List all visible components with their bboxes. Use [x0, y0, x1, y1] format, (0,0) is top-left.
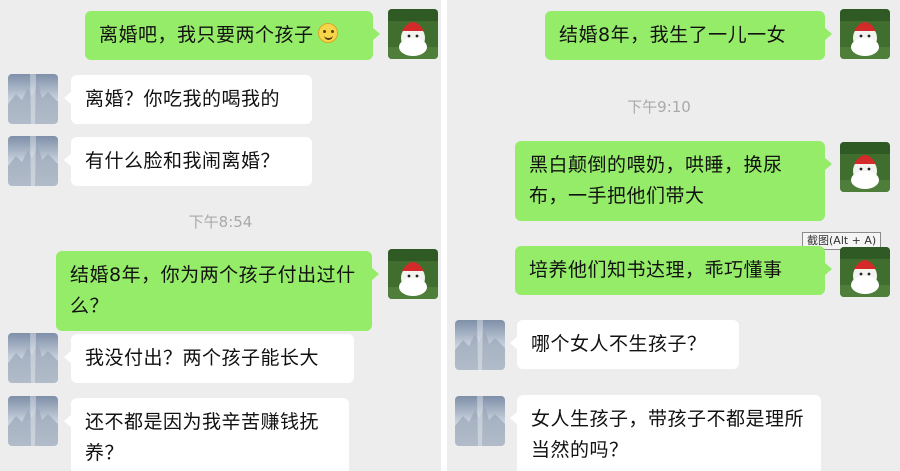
message-text: 培养他们知书达理，乖巧懂事	[529, 259, 783, 281]
message-bubble-received[interactable]: 哪个女人不生孩子？	[510, 320, 739, 369]
my-avatar-icon[interactable]	[388, 249, 438, 299]
timestamp: 下午9:10	[627, 98, 691, 116]
other-avatar-icon[interactable]	[455, 396, 505, 446]
other-avatar-icon[interactable]	[455, 320, 505, 370]
message-text: 黑白颠倒的喂奶，哄睡，换尿布，一手把他们带大	[529, 154, 783, 207]
my-avatar-icon[interactable]	[840, 142, 890, 192]
message-bubble-sent[interactable]: 培养他们知书达理，乖巧懂事	[515, 246, 832, 295]
my-avatar-icon[interactable]	[388, 9, 438, 59]
message-bubble-received[interactable]: 我没付出？两个孩子能长大	[64, 334, 354, 383]
message-bubble-sent[interactable]: 结婚8年，我生了一儿一女	[545, 11, 832, 60]
message-bubble-received[interactable]: 有什么脸和我闹离婚？	[64, 137, 312, 186]
other-avatar-icon[interactable]	[8, 333, 58, 383]
message-text: 结婚8年，你为两个孩子付出过什么？	[70, 264, 356, 317]
left-chat-panel: 离婚吧，我只要两个孩子 离婚？你吃我的喝我的 有什么脸和我闹离婚？ 下午8:54…	[0, 0, 441, 471]
message-bubble-sent[interactable]: 黑白颠倒的喂奶，哄睡，换尿布，一手把他们带大	[515, 141, 832, 221]
message-bubble-received[interactable]: 还不都是因为我辛苦赚钱抚养？	[64, 398, 349, 471]
message-bubble-received[interactable]: 女人生孩子，带孩子不都是理所当然的吗？	[510, 395, 821, 471]
other-avatar-icon[interactable]	[8, 74, 58, 124]
right-chat-panel: 结婚8年，我生了一儿一女 下午9:10 黑白颠倒的喂奶，哄睡，换尿布，一手把他们…	[447, 0, 900, 471]
my-avatar-icon[interactable]	[840, 247, 890, 297]
other-avatar-icon[interactable]	[8, 396, 58, 446]
my-avatar-icon[interactable]	[840, 9, 890, 59]
smile-emoji-icon	[317, 23, 338, 43]
message-text: 有什么脸和我闹离婚？	[85, 150, 281, 172]
message-bubble-sent[interactable]: 离婚吧，我只要两个孩子	[85, 11, 380, 60]
timestamp: 下午8:54	[188, 213, 253, 231]
message-text: 离婚？你吃我的喝我的	[85, 88, 281, 110]
message-text: 离婚吧，我只要两个孩子	[99, 24, 314, 46]
message-text: 还不都是因为我辛苦赚钱抚养？	[85, 411, 320, 464]
message-bubble-received[interactable]: 离婚？你吃我的喝我的	[64, 75, 312, 124]
message-text: 我没付出？两个孩子能长大	[85, 347, 320, 369]
other-avatar-icon[interactable]	[8, 136, 58, 186]
message-text: 女人生孩子，带孩子不都是理所当然的吗？	[531, 408, 805, 461]
message-text: 哪个女人不生孩子？	[531, 333, 707, 355]
message-bubble-sent[interactable]: 结婚8年，你为两个孩子付出过什么？	[56, 251, 379, 331]
message-text: 结婚8年，我生了一儿一女	[559, 24, 787, 46]
